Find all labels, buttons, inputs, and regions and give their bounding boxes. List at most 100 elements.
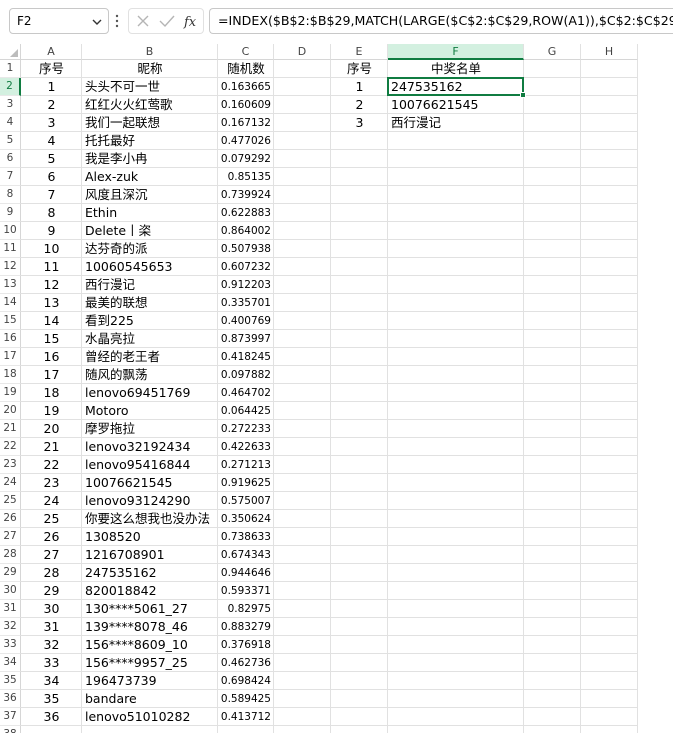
row-header-15[interactable]: 15 xyxy=(0,312,21,330)
cell-random[interactable]: 0.462736 xyxy=(218,654,274,672)
cell-index[interactable]: 34 xyxy=(21,672,82,690)
row-header-37[interactable]: 37 xyxy=(0,708,21,726)
cell-index[interactable]: 27 xyxy=(21,546,82,564)
cell-nickname[interactable]: 156****8609_10 xyxy=(82,636,218,654)
row-header-25[interactable]: 25 xyxy=(0,492,21,510)
cell-random[interactable]: 0.738633 xyxy=(218,528,274,546)
row-header-16[interactable]: 16 xyxy=(0,330,21,348)
column-header-a[interactable]: A xyxy=(21,44,82,60)
row-header-5[interactable]: 5 xyxy=(0,132,21,150)
cell-index[interactable]: 31 xyxy=(21,618,82,636)
active-cell-selection[interactable] xyxy=(387,77,526,98)
cell-nickname[interactable]: 红红火火红莺歌 xyxy=(82,96,218,114)
cell-index[interactable]: 10 xyxy=(21,240,82,258)
cell-index[interactable]: 32 xyxy=(21,636,82,654)
cell-index[interactable]: 1 xyxy=(21,78,82,96)
row-header-34[interactable]: 34 xyxy=(0,654,21,672)
row-header-28[interactable]: 28 xyxy=(0,546,21,564)
cell-index[interactable]: 29 xyxy=(21,582,82,600)
row-header-4[interactable]: 4 xyxy=(0,114,21,132)
cell-nickname[interactable]: 曾经的老王者 xyxy=(82,348,218,366)
cell-random[interactable]: 0.167132 xyxy=(218,114,274,132)
cell-random[interactable]: 0.698424 xyxy=(218,672,274,690)
cell-random[interactable]: 0.82975 xyxy=(218,600,274,618)
cell-random[interactable]: 0.335701 xyxy=(218,294,274,312)
cell-random[interactable]: 0.944646 xyxy=(218,564,274,582)
row-header-14[interactable]: 14 xyxy=(0,294,21,312)
cell-index[interactable]: 25 xyxy=(21,510,82,528)
cell-index[interactable]: 6 xyxy=(21,168,82,186)
cell-index[interactable]: 35 xyxy=(21,690,82,708)
cell-winner-index[interactable]: 1 xyxy=(331,78,388,96)
column-header-f[interactable]: F xyxy=(388,44,524,60)
cell-index[interactable]: 5 xyxy=(21,150,82,168)
cell-nickname[interactable]: lenovo51010282 xyxy=(82,708,218,726)
cell-random[interactable]: 0.912203 xyxy=(218,276,274,294)
cell-nickname[interactable]: 156****9957_25 xyxy=(82,654,218,672)
cell-nickname[interactable]: 10076621545 xyxy=(82,474,218,492)
cell-random[interactable]: 0.919625 xyxy=(218,474,274,492)
cell-nickname[interactable]: Ethin xyxy=(82,204,218,222)
cell-random[interactable]: 0.350624 xyxy=(218,510,274,528)
cell-index[interactable]: 30 xyxy=(21,600,82,618)
row-header-36[interactable]: 36 xyxy=(0,690,21,708)
column-header-c[interactable]: C xyxy=(218,44,274,60)
cell-random[interactable]: 0.739924 xyxy=(218,186,274,204)
row-header-9[interactable]: 9 xyxy=(0,204,21,222)
cell-index[interactable]: 23 xyxy=(21,474,82,492)
cell-nickname[interactable]: lenovo69451769 xyxy=(82,384,218,402)
cell-random[interactable]: 0.464702 xyxy=(218,384,274,402)
cell-nickname[interactable]: 1308520 xyxy=(82,528,218,546)
cell-random[interactable]: 0.575007 xyxy=(218,492,274,510)
row-header-27[interactable]: 27 xyxy=(0,528,21,546)
enter-check-icon[interactable] xyxy=(159,14,175,28)
cell-index[interactable]: 13 xyxy=(21,294,82,312)
row-header-2[interactable]: 2 xyxy=(0,78,21,96)
row-header-23[interactable]: 23 xyxy=(0,456,21,474)
cell-random[interactable]: 0.477026 xyxy=(218,132,274,150)
row-header-24[interactable]: 24 xyxy=(0,474,21,492)
formula-input[interactable]: =INDEX($B$2:$B$29,MATCH(LARGE($C$2:$C$29… xyxy=(209,8,673,34)
cell-index[interactable]: 22 xyxy=(21,456,82,474)
row-header-22[interactable]: 22 xyxy=(0,438,21,456)
more-options-icon[interactable] xyxy=(114,12,120,30)
header-cell-index[interactable]: 序号 xyxy=(21,60,82,78)
cell-nickname[interactable]: 风度且深沉 xyxy=(82,186,218,204)
row-header-26[interactable]: 26 xyxy=(0,510,21,528)
cell-nickname[interactable]: 摩罗拖拉 xyxy=(82,420,218,438)
row-header-12[interactable]: 12 xyxy=(0,258,21,276)
row-header-32[interactable]: 32 xyxy=(0,618,21,636)
cell-random[interactable]: 0.507938 xyxy=(218,240,274,258)
row-header-19[interactable]: 19 xyxy=(0,384,21,402)
header-cell-winner-index[interactable]: 序号 xyxy=(331,60,388,78)
cell-nickname[interactable]: 水晶亮拉 xyxy=(82,330,218,348)
row-header-11[interactable]: 11 xyxy=(0,240,21,258)
cell-index[interactable]: 15 xyxy=(21,330,82,348)
cell-random[interactable]: 0.413712 xyxy=(218,708,274,726)
row-header-1[interactable]: 1 xyxy=(0,60,21,78)
cell-nickname[interactable]: 1216708901 xyxy=(82,546,218,564)
cell-nickname[interactable]: Alex-zuk xyxy=(82,168,218,186)
cell-nickname[interactable]: 我们一起联想 xyxy=(82,114,218,132)
row-header-30[interactable]: 30 xyxy=(0,582,21,600)
cell-index[interactable]: 36 xyxy=(21,708,82,726)
cell-nickname[interactable]: 达芬奇的派 xyxy=(82,240,218,258)
column-header-g[interactable]: G xyxy=(524,44,581,60)
cell-nickname[interactable]: 820018842 xyxy=(82,582,218,600)
cell-random[interactable]: 0.272233 xyxy=(218,420,274,438)
cell-nickname[interactable]: Motoro xyxy=(82,402,218,420)
cell-index[interactable]: 2 xyxy=(21,96,82,114)
cell-random[interactable]: 0.607232 xyxy=(218,258,274,276)
row-header-7[interactable]: 7 xyxy=(0,168,21,186)
cell-index[interactable]: 18 xyxy=(21,384,82,402)
cell-index[interactable]: 24 xyxy=(21,492,82,510)
row-header-8[interactable]: 8 xyxy=(0,186,21,204)
cell-nickname[interactable]: 10060545653 xyxy=(82,258,218,276)
cell-random[interactable]: 0.873997 xyxy=(218,330,274,348)
cell-random[interactable]: 0.883279 xyxy=(218,618,274,636)
row-header-17[interactable]: 17 xyxy=(0,348,21,366)
cell-index[interactable]: 21 xyxy=(21,438,82,456)
cell-random[interactable]: 0.622883 xyxy=(218,204,274,222)
cell-index[interactable]: 8 xyxy=(21,204,82,222)
cell-index[interactable]: 3 xyxy=(21,114,82,132)
